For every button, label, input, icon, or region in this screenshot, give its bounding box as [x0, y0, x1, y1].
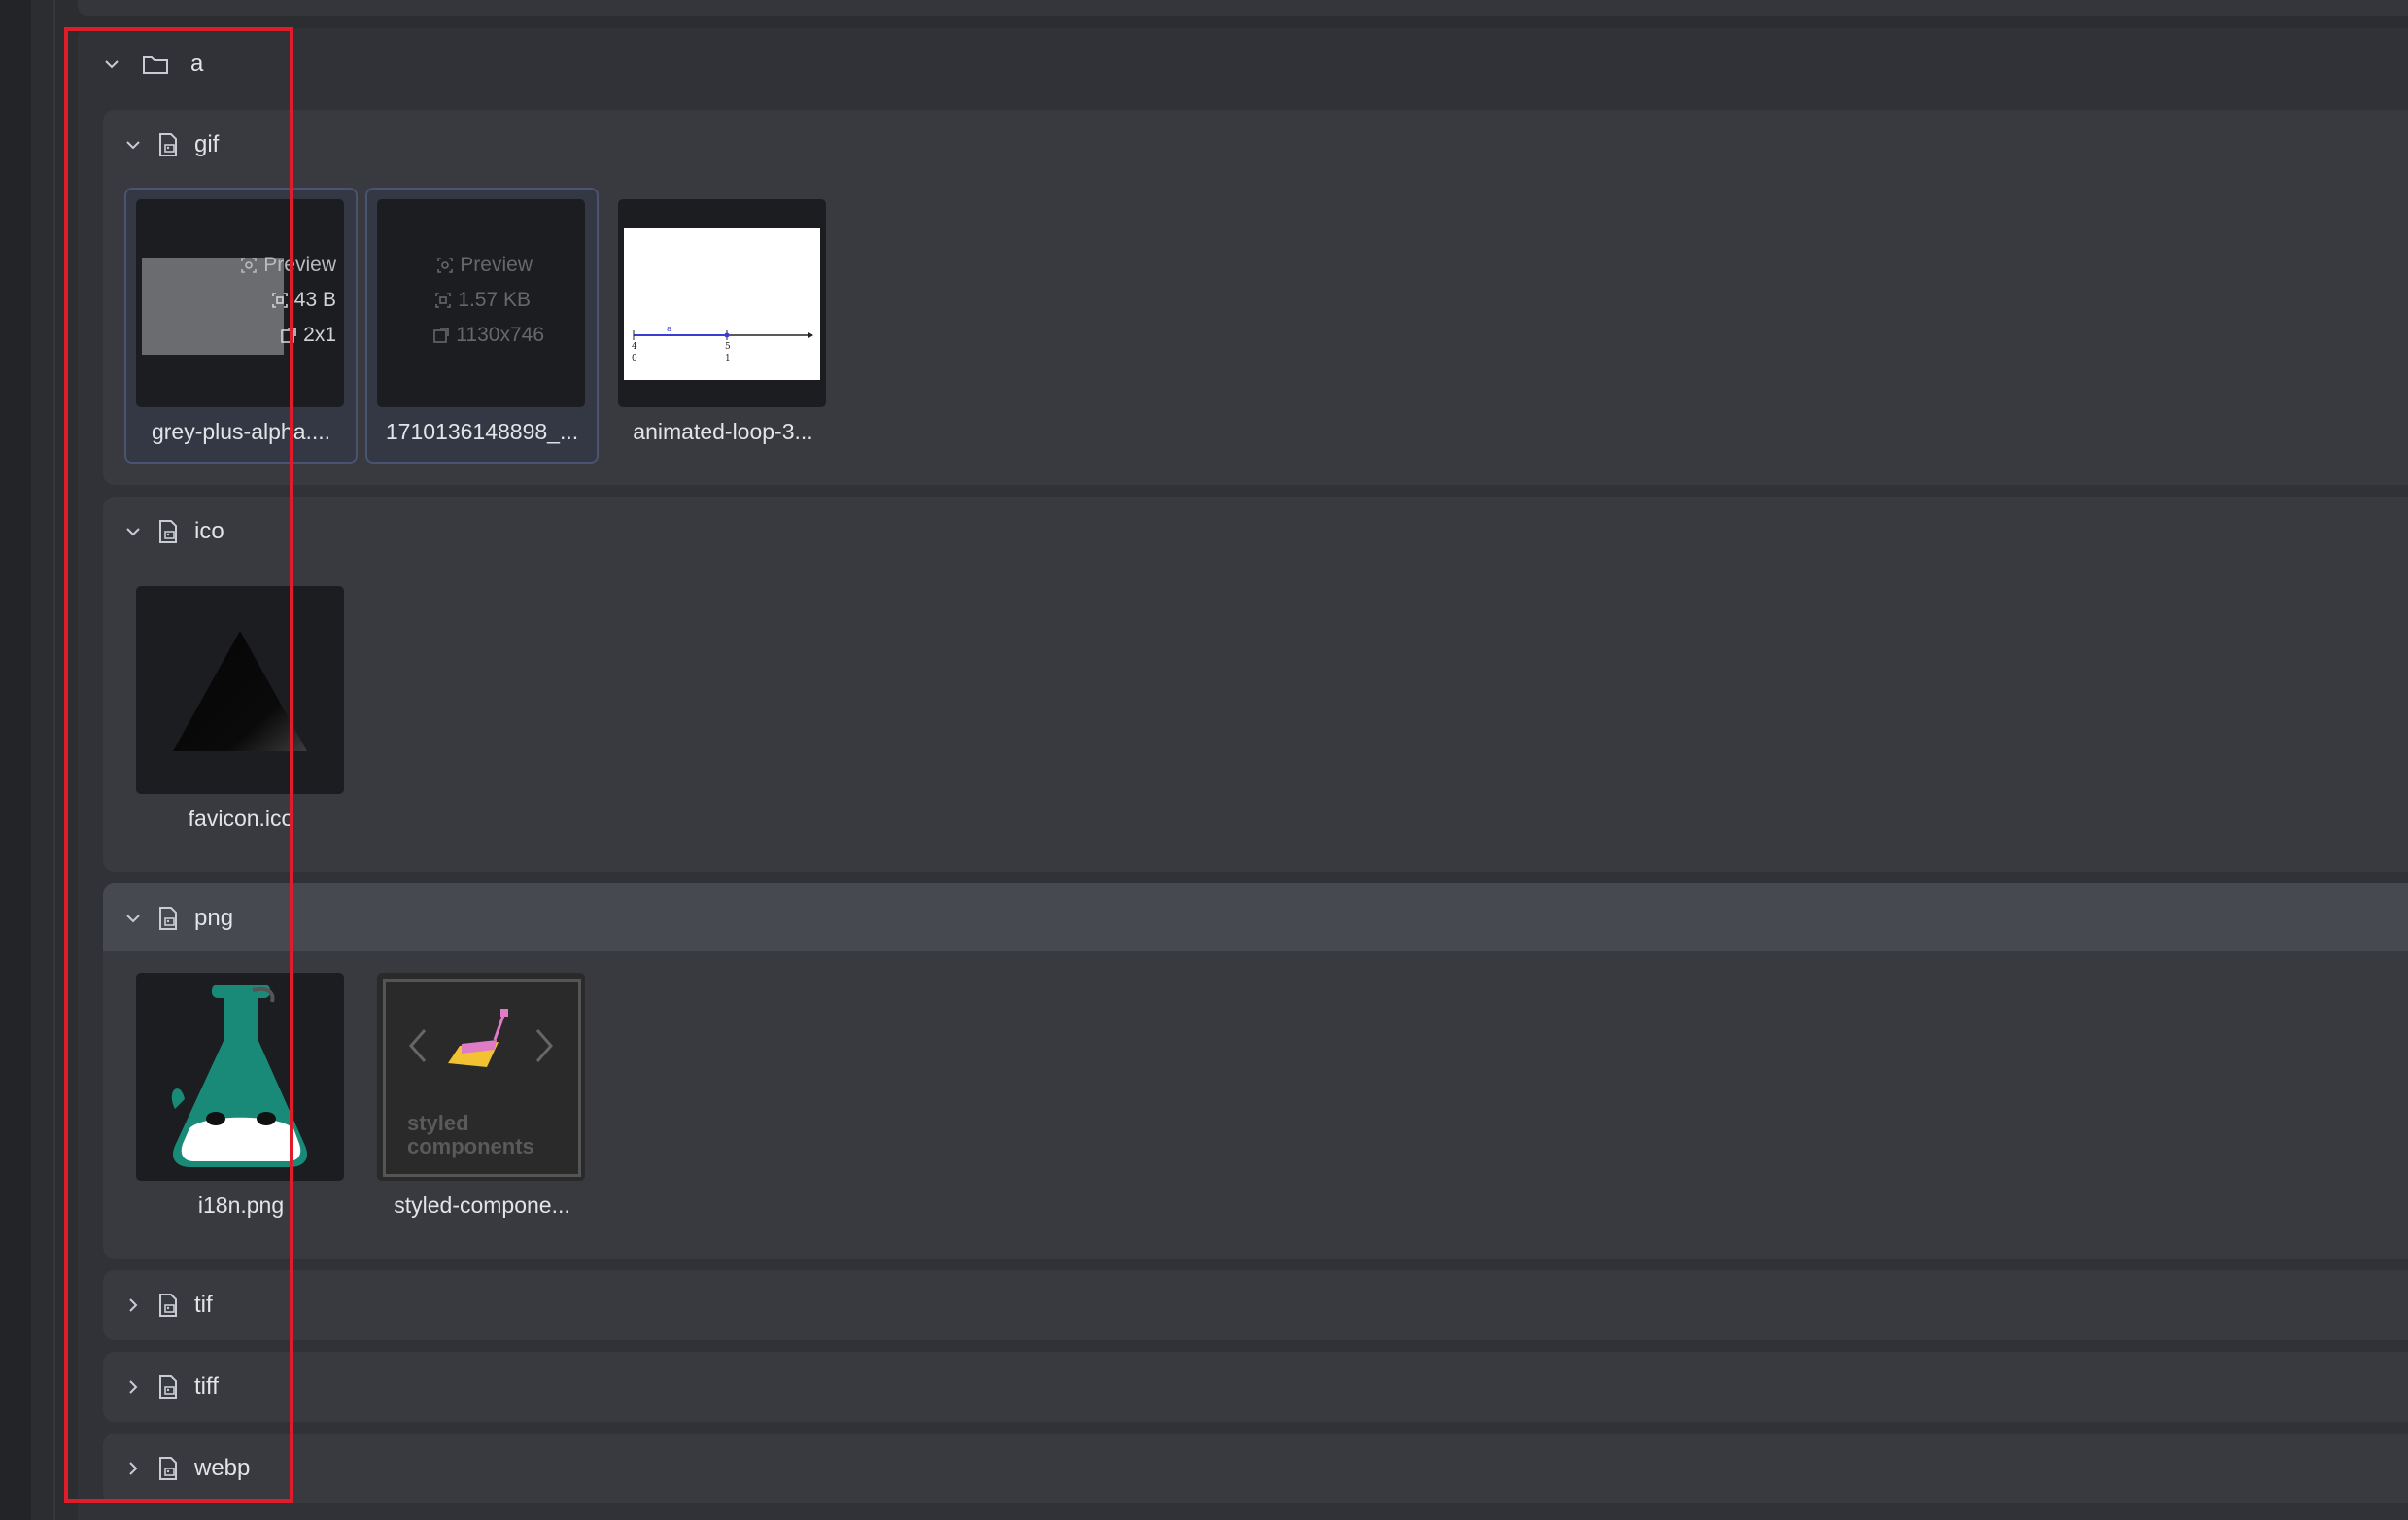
file-thumbnail: Preview 1.57 KB 1130x746 [377, 199, 585, 407]
size-icon [271, 293, 288, 308]
chevron-right-icon[interactable] [124, 1296, 142, 1314]
preview-action[interactable]: Preview [240, 254, 336, 277]
group-header-tif[interactable]: tif [103, 1270, 2408, 1338]
nail-polish-icon [409, 1009, 553, 1067]
dimensions-icon [281, 328, 296, 343]
group-label: ico [194, 518, 224, 544]
chevron-right-icon[interactable] [124, 1378, 142, 1396]
file-tile[interactable]: favicon.ico [126, 576, 356, 848]
group-header-ico[interactable]: ico [103, 497, 2408, 565]
folder-header[interactable]: a [103, 51, 203, 78]
chevron-down-icon[interactable] [124, 910, 142, 927]
image-file-icon [159, 907, 177, 930]
group-header-png[interactable]: png [103, 883, 2408, 951]
flask-icon-preview [171, 985, 308, 1167]
group-header-tiff[interactable]: tiff [103, 1352, 2408, 1420]
chevron-down-icon[interactable] [103, 55, 120, 73]
preview-label: Preview [263, 254, 336, 276]
file-tile[interactable]: Preview 1.57 KB 1130x746 1710136148898_.… [365, 188, 599, 464]
group-webp: webp [103, 1434, 2408, 1503]
group-header-gif[interactable]: gif [103, 110, 2408, 178]
file-thumbnail: a 4 5 0 1 [618, 199, 826, 407]
image-file-icon [159, 1457, 177, 1480]
file-name: favicon.ico [188, 806, 294, 831]
folder-name: a [190, 51, 204, 77]
file-name: styled-compone... [394, 1192, 570, 1218]
file-tile[interactable]: a 4 5 0 1 animated-loop-3... [608, 190, 838, 462]
graph-label: 1 [725, 354, 731, 363]
logo-text: styled components [407, 1111, 534, 1158]
preview-icon [241, 258, 258, 273]
file-size: 1.57 KB [434, 289, 531, 312]
image-file-icon [159, 520, 177, 543]
file-dimensions: 1130x746 [432, 324, 544, 347]
styled-components-logo: styled components [383, 979, 581, 1177]
chevron-right-icon[interactable] [124, 1460, 142, 1477]
group-ico: ico favicon.ico [103, 497, 2408, 872]
group-tif: tif [103, 1270, 2408, 1340]
group-png: png i18n.png styled components styled-co… [103, 883, 2408, 1259]
group-tiff: tiff [103, 1352, 2408, 1422]
group-label: png [194, 905, 234, 931]
size-icon [435, 293, 452, 308]
triangle-icon-preview [173, 631, 307, 751]
graph-label: a [667, 325, 672, 334]
group-gif: gif Preview 43 B 2x1 grey-plus-alpha....… [103, 110, 2408, 485]
graph-label: 0 [632, 354, 637, 363]
file-dimensions: 2x1 [280, 324, 336, 347]
animated-graph-preview: a 4 5 0 1 [624, 228, 820, 380]
previous-section [78, 0, 2408, 16]
preview-action[interactable]: Preview [436, 254, 533, 277]
file-thumbnail: styled components [377, 973, 585, 1181]
file-tile[interactable]: styled components styled-compone... [367, 963, 597, 1235]
image-file-icon [159, 1375, 177, 1399]
chevron-down-icon[interactable] [124, 136, 142, 154]
file-name: 1710136148898_... [385, 419, 579, 444]
file-size: 43 B [271, 289, 336, 312]
file-tile[interactable]: i18n.png [126, 963, 356, 1235]
preview-label: Preview [460, 254, 533, 276]
dimensions-icon [433, 328, 450, 343]
left-rail [0, 0, 31, 1520]
file-name: grey-plus-alpha.... [151, 419, 331, 444]
preview-icon [437, 258, 454, 273]
graph-label: 4 [632, 342, 637, 352]
graph-label: 5 [725, 342, 731, 352]
file-name: animated-loop-3... [633, 419, 813, 444]
chevron-down-icon[interactable] [124, 523, 142, 540]
image-file-icon [159, 1294, 177, 1317]
image-file-icon [159, 133, 177, 156]
folder-icon [143, 56, 168, 74]
file-tile[interactable]: Preview 43 B 2x1 grey-plus-alpha.... [124, 188, 358, 464]
group-label: webp [194, 1455, 251, 1481]
tree-guide-line [53, 0, 55, 1520]
file-thumbnail [136, 586, 344, 794]
folder-panel: a gif Preview 43 B 2x1 grey-plus-alpha..… [78, 28, 2408, 1520]
file-name: i18n.png [197, 1192, 285, 1218]
group-label: tiff [194, 1373, 219, 1399]
group-header-webp[interactable]: webp [103, 1434, 2408, 1502]
group-label: gif [194, 131, 220, 157]
group-label: tif [194, 1292, 213, 1318]
file-thumbnail [136, 973, 344, 1181]
file-thumbnail: Preview 43 B 2x1 [136, 199, 344, 407]
